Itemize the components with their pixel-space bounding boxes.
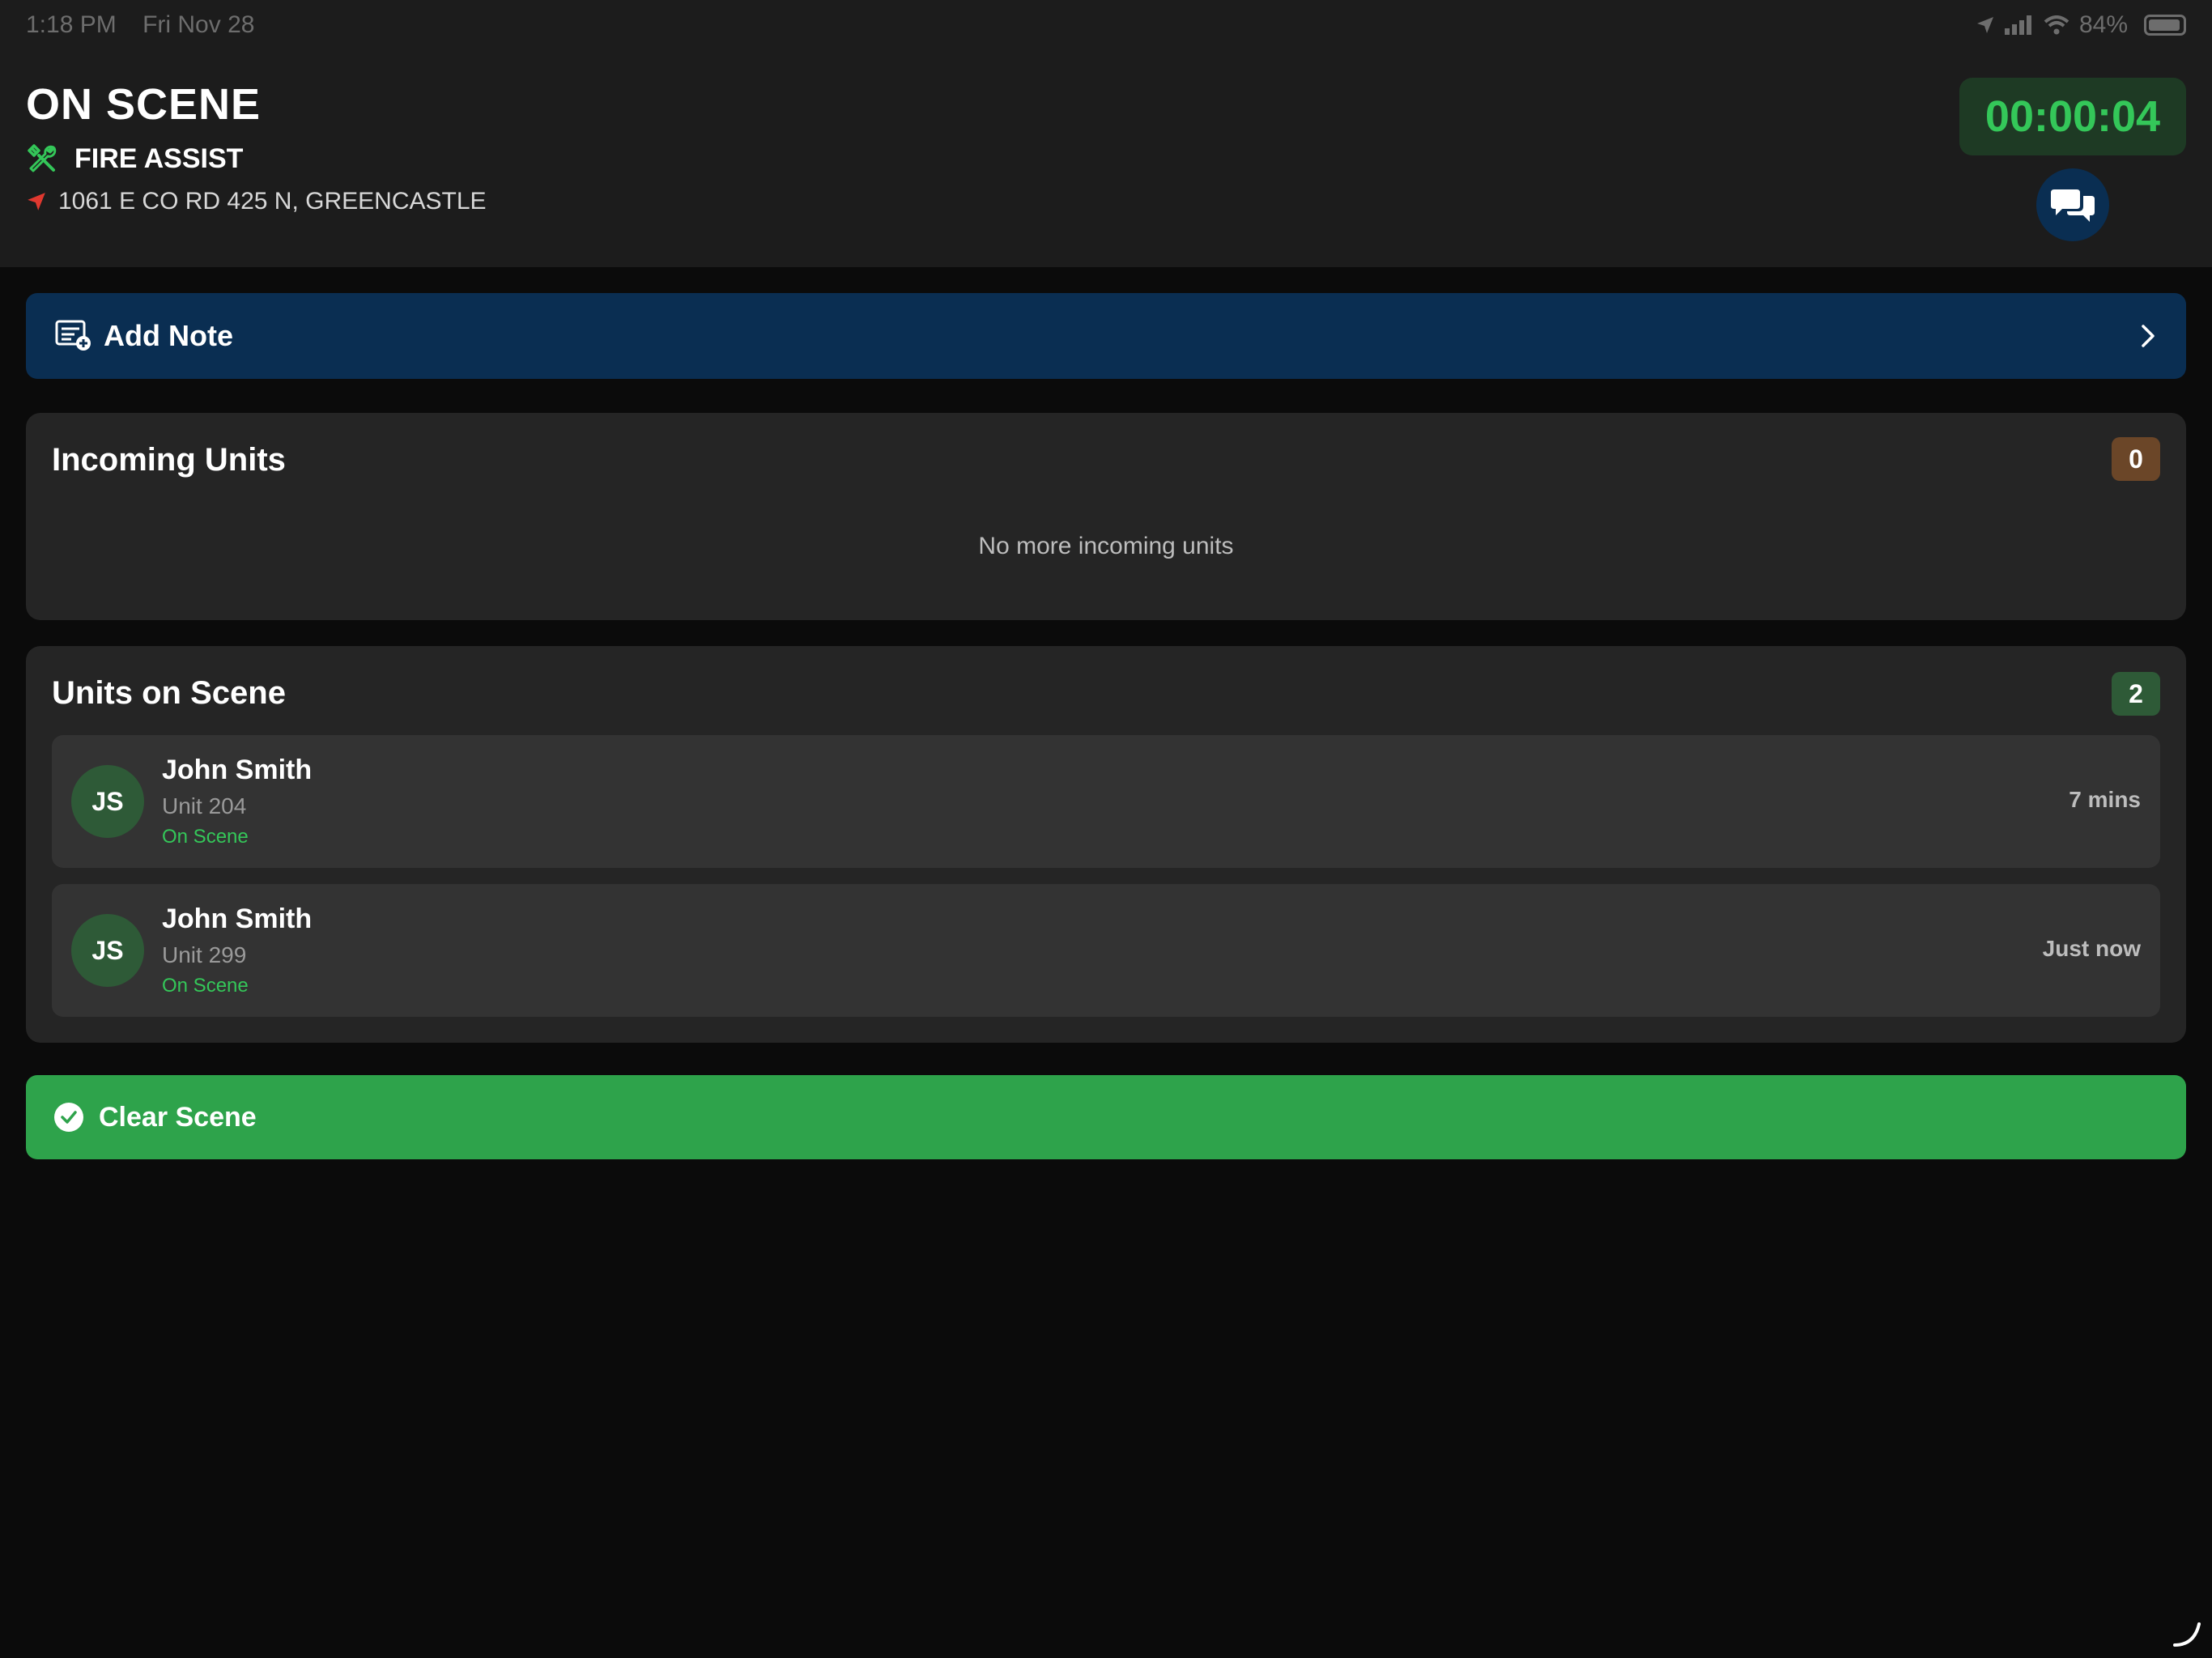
status-bar-left: 1:18 PM Fri Nov 28 [26, 11, 274, 39]
clear-scene-button[interactable]: Clear Scene [26, 1075, 2186, 1159]
battery-icon [2144, 15, 2186, 36]
unit-name: John Smith [162, 755, 313, 785]
incoming-units-empty-message: No more incoming units [978, 533, 1234, 559]
incoming-units-title: Incoming Units [52, 442, 286, 478]
status-bar-right: 84% [1976, 11, 2186, 39]
incident-address: 1061 E CO RD 425 N, GREENCASTLE [58, 188, 487, 215]
chat-button[interactable] [2036, 168, 2109, 241]
chevron-right-icon [2142, 325, 2155, 347]
location-services-icon [1976, 17, 1993, 33]
unit-row[interactable]: JS John Smith Unit 204 On Scene 7 mins [52, 735, 2160, 868]
status-time: 1:18 PM [26, 11, 117, 38]
address-row: 1061 E CO RD 425 N, GREENCASTLE [26, 188, 487, 215]
unit-status: On Scene [162, 826, 249, 848]
cellular-signal-icon [2004, 15, 2031, 35]
clear-scene-label: Clear Scene [99, 1101, 257, 1133]
battery-percent: 84% [2078, 11, 2128, 38]
unit-elapsed-time: Just now [2042, 936, 2141, 961]
elapsed-timer: 00:00:04 [1959, 78, 2186, 155]
unit-name: John Smith [162, 903, 313, 934]
add-note-icon [55, 320, 91, 351]
unit-elapsed-time: 7 mins [2069, 787, 2141, 812]
location-arrow-icon [28, 193, 45, 210]
incoming-units-card: Incoming Units 0 No more incoming units [26, 413, 2186, 620]
incident-type: FIRE ASSIST [74, 142, 244, 174]
status-bar: 1:18 PM Fri Nov 28 84% [0, 0, 2212, 50]
corner-resize-icon [2173, 1622, 2201, 1647]
tools-icon [28, 144, 57, 172]
unit-status: On Scene [162, 975, 249, 997]
units-on-scene-card: Units on Scene 2 JS John Smith Unit 204 … [26, 646, 2186, 1043]
checkmark-circle-icon [54, 1103, 83, 1132]
unit-number: Unit 204 [162, 793, 247, 818]
status-date: Fri Nov 28 [143, 11, 255, 38]
incident-type-row: FIRE ASSIST [26, 142, 243, 175]
chat-bubbles-icon [2051, 189, 2095, 222]
unit-row[interactable]: JS John Smith Unit 299 On Scene Just now [52, 884, 2160, 1017]
incident-header: ON SCENE FIRE ASSIST 1061 E CO RD 425 N,… [0, 50, 2212, 267]
units-on-scene-title: Units on Scene [52, 675, 286, 711]
page-title: ON SCENE [26, 80, 262, 129]
add-note-label: Add Note [104, 319, 233, 352]
wifi-icon [2044, 15, 2069, 35]
unit-number: Unit 299 [162, 942, 247, 967]
add-note-button[interactable]: Add Note [26, 293, 2186, 379]
incoming-units-count-badge: 0 [2112, 437, 2160, 481]
avatar: JS [71, 914, 144, 987]
avatar: JS [71, 765, 144, 838]
units-on-scene-count-badge: 2 [2112, 672, 2160, 716]
